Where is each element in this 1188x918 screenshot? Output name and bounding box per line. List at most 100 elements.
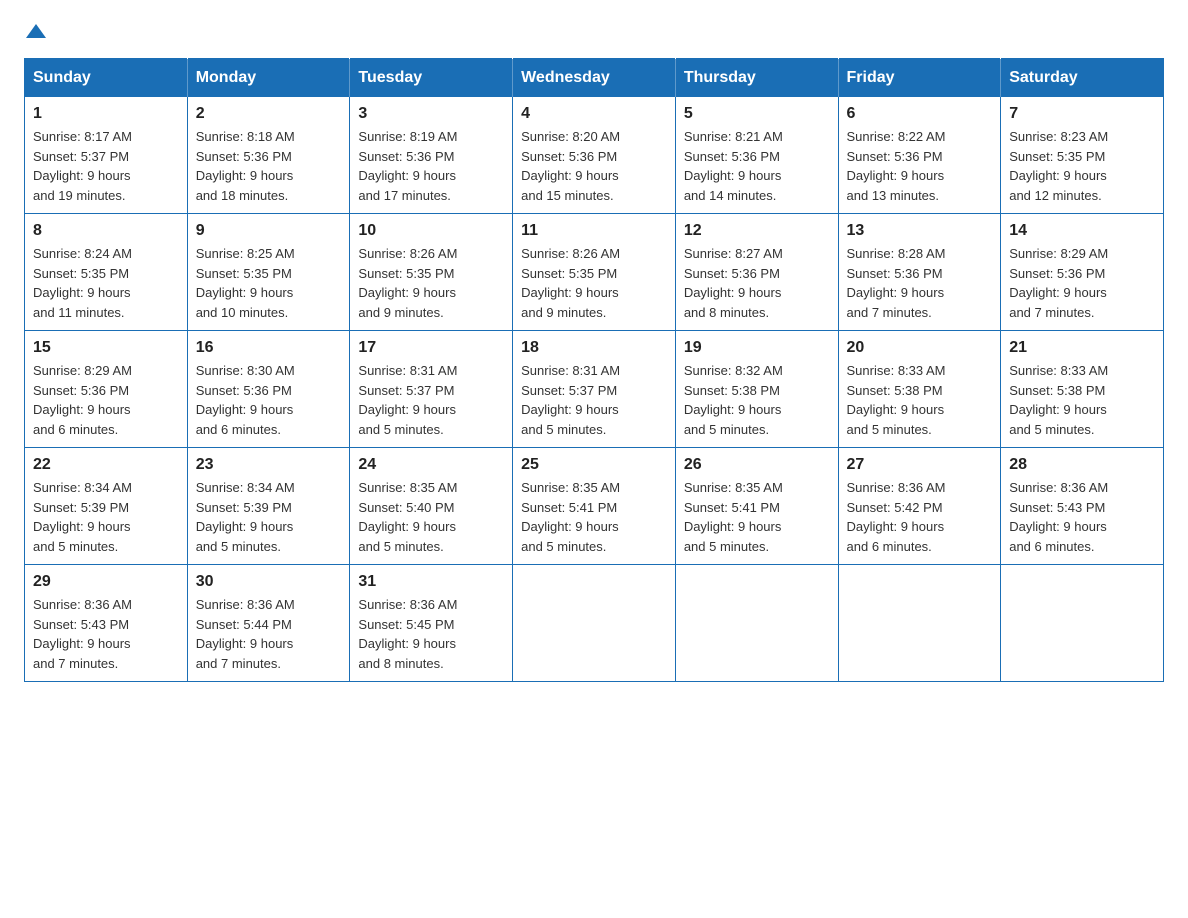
- calendar-cell: 21 Sunrise: 8:33 AMSunset: 5:38 PMDayligh…: [1001, 331, 1164, 448]
- header-tuesday: Tuesday: [350, 59, 513, 98]
- day-number: 6: [847, 105, 993, 123]
- calendar-cell: 9Sunrise: 8:25 AMSunset: 5:35 PMDaylight…: [187, 214, 350, 331]
- day-info: Sunrise: 8:33 AMSunset: 5:38 PMDaylight:…: [1009, 361, 1155, 439]
- calendar-cell: 19Sunrise: 8:32 AMSunset: 5:38 PMDayligh…: [675, 331, 838, 448]
- day-number: 20: [847, 339, 993, 357]
- calendar-header-row: SundayMondayTuesdayWednesdayThursdayFrid…: [25, 59, 1164, 98]
- day-number: 11: [521, 222, 667, 240]
- calendar-cell: 17Sunrise: 8:31 AMSunset: 5:37 PMDayligh…: [350, 331, 513, 448]
- page-header: [24, 24, 1164, 38]
- calendar-cell: 16 Sunrise: 8:30 AMSunset: 5:36 PMDayligh…: [187, 331, 350, 448]
- calendar-week-row: 22 Sunrise: 8:34 AMSunset: 5:39 PMDayligh…: [25, 448, 1164, 565]
- day-info: Sunrise: 8:36 AMSunset: 5:42 PMDaylight:…: [847, 478, 993, 556]
- day-info: Sunrise: 8:21 AMSunset: 5:36 PMDaylight:…: [684, 127, 830, 205]
- day-info: Sunrise: 8:26 AMSunset: 5:35 PMDaylight:…: [358, 244, 504, 322]
- header-wednesday: Wednesday: [513, 59, 676, 98]
- calendar-cell: [838, 565, 1001, 682]
- day-number: 5: [684, 105, 830, 123]
- day-number: 10: [358, 222, 504, 240]
- day-number: 14: [1009, 222, 1155, 240]
- day-info: Sunrise: 8:31 AMSunset: 5:37 PMDaylight:…: [358, 361, 504, 439]
- calendar-cell: 13 Sunrise: 8:28 AMSunset: 5:36 PMDayligh…: [838, 214, 1001, 331]
- day-number: 9: [196, 222, 342, 240]
- day-number: 4: [521, 105, 667, 123]
- day-info: Sunrise: 8:27 AMSunset: 5:36 PMDaylight:…: [684, 244, 830, 322]
- day-info: Sunrise: 8:35 AMSunset: 5:40 PMDaylight:…: [358, 478, 504, 556]
- calendar-cell: 12 Sunrise: 8:27 AMSunset: 5:36 PMDayligh…: [675, 214, 838, 331]
- day-info: Sunrise: 8:18 AMSunset: 5:36 PMDaylight:…: [196, 127, 342, 205]
- calendar-cell: 20 Sunrise: 8:33 AMSunset: 5:38 PMDayligh…: [838, 331, 1001, 448]
- day-number: 18: [521, 339, 667, 357]
- day-info: Sunrise: 8:33 AMSunset: 5:38 PMDaylight:…: [847, 361, 993, 439]
- day-number: 2: [196, 105, 342, 123]
- day-info: Sunrise: 8:36 AMSunset: 5:44 PMDaylight:…: [196, 595, 342, 673]
- calendar-cell: 1Sunrise: 8:17 AMSunset: 5:37 PMDaylight…: [25, 97, 188, 214]
- calendar-cell: 24 Sunrise: 8:35 AMSunset: 5:40 PMDayligh…: [350, 448, 513, 565]
- calendar-cell: 4 Sunrise: 8:20 AMSunset: 5:36 PMDaylight…: [513, 97, 676, 214]
- day-info: Sunrise: 8:29 AMSunset: 5:36 PMDaylight:…: [33, 361, 179, 439]
- day-info: Sunrise: 8:35 AMSunset: 5:41 PMDaylight:…: [684, 478, 830, 556]
- day-number: 3: [358, 105, 504, 123]
- logo-triangle-icon: [26, 24, 46, 38]
- calendar-week-row: 8 Sunrise: 8:24 AMSunset: 5:35 PMDaylight…: [25, 214, 1164, 331]
- day-number: 23: [196, 456, 342, 474]
- calendar-week-row: 29 Sunrise: 8:36 AMSunset: 5:43 PMDayligh…: [25, 565, 1164, 682]
- calendar-week-row: 1Sunrise: 8:17 AMSunset: 5:37 PMDaylight…: [25, 97, 1164, 214]
- calendar-cell: 6 Sunrise: 8:22 AMSunset: 5:36 PMDaylight…: [838, 97, 1001, 214]
- calendar-cell: 22Sunrise: 8:34 AMSunset: 5:39 PMDayligh…: [25, 448, 188, 565]
- day-number: 8: [33, 222, 179, 240]
- day-number: 12: [684, 222, 830, 240]
- day-info: Sunrise: 8:36 AMSunset: 5:43 PMDaylight:…: [33, 595, 179, 673]
- day-number: 31: [358, 573, 504, 591]
- day-number: 29: [33, 573, 179, 591]
- day-number: 25: [521, 456, 667, 474]
- day-number: 13: [847, 222, 993, 240]
- header-thursday: Thursday: [675, 59, 838, 98]
- day-number: 24: [358, 456, 504, 474]
- header-friday: Friday: [838, 59, 1001, 98]
- calendar-cell: 30 Sunrise: 8:36 AMSunset: 5:44 PMDayligh…: [187, 565, 350, 682]
- calendar-cell: 23 Sunrise: 8:34 AMSunset: 5:39 PMDayligh…: [187, 448, 350, 565]
- calendar-table: SundayMondayTuesdayWednesdayThursdayFrid…: [24, 58, 1164, 682]
- day-info: Sunrise: 8:32 AMSunset: 5:38 PMDaylight:…: [684, 361, 830, 439]
- day-info: Sunrise: 8:35 AMSunset: 5:41 PMDaylight:…: [521, 478, 667, 556]
- day-info: Sunrise: 8:29 AMSunset: 5:36 PMDaylight:…: [1009, 244, 1155, 322]
- day-number: 30: [196, 573, 342, 591]
- calendar-cell: [675, 565, 838, 682]
- calendar-cell: 27 Sunrise: 8:36 AMSunset: 5:42 PMDayligh…: [838, 448, 1001, 565]
- calendar-cell: 10 Sunrise: 8:26 AMSunset: 5:35 PMDayligh…: [350, 214, 513, 331]
- calendar-cell: 11 Sunrise: 8:26 AMSunset: 5:35 PMDayligh…: [513, 214, 676, 331]
- calendar-cell: 7 Sunrise: 8:23 AMSunset: 5:35 PMDaylight…: [1001, 97, 1164, 214]
- calendar-cell: 29 Sunrise: 8:36 AMSunset: 5:43 PMDayligh…: [25, 565, 188, 682]
- calendar-cell: 31 Sunrise: 8:36 AMSunset: 5:45 PMDayligh…: [350, 565, 513, 682]
- calendar-cell: 8 Sunrise: 8:24 AMSunset: 5:35 PMDaylight…: [25, 214, 188, 331]
- calendar-cell: [513, 565, 676, 682]
- calendar-cell: [1001, 565, 1164, 682]
- day-info: Sunrise: 8:30 AMSunset: 5:36 PMDaylight:…: [196, 361, 342, 439]
- day-number: 7: [1009, 105, 1155, 123]
- calendar-cell: 28 Sunrise: 8:36 AMSunset: 5:43 PMDayligh…: [1001, 448, 1164, 565]
- day-info: Sunrise: 8:23 AMSunset: 5:35 PMDaylight:…: [1009, 127, 1155, 205]
- day-number: 22: [33, 456, 179, 474]
- day-number: 16: [196, 339, 342, 357]
- calendar-cell: 18Sunrise: 8:31 AMSunset: 5:37 PMDayligh…: [513, 331, 676, 448]
- day-info: Sunrise: 8:34 AMSunset: 5:39 PMDaylight:…: [196, 478, 342, 556]
- day-info: Sunrise: 8:17 AMSunset: 5:37 PMDaylight:…: [33, 127, 179, 205]
- day-info: Sunrise: 8:20 AMSunset: 5:36 PMDaylight:…: [521, 127, 667, 205]
- header-monday: Monday: [187, 59, 350, 98]
- header-sunday: Sunday: [25, 59, 188, 98]
- day-info: Sunrise: 8:26 AMSunset: 5:35 PMDaylight:…: [521, 244, 667, 322]
- day-info: Sunrise: 8:36 AMSunset: 5:45 PMDaylight:…: [358, 595, 504, 673]
- day-number: 28: [1009, 456, 1155, 474]
- day-info: Sunrise: 8:36 AMSunset: 5:43 PMDaylight:…: [1009, 478, 1155, 556]
- day-info: Sunrise: 8:24 AMSunset: 5:35 PMDaylight:…: [33, 244, 179, 322]
- day-info: Sunrise: 8:19 AMSunset: 5:36 PMDaylight:…: [358, 127, 504, 205]
- header-saturday: Saturday: [1001, 59, 1164, 98]
- day-number: 21: [1009, 339, 1155, 357]
- day-number: 27: [847, 456, 993, 474]
- day-info: Sunrise: 8:22 AMSunset: 5:36 PMDaylight:…: [847, 127, 993, 205]
- calendar-cell: 14 Sunrise: 8:29 AMSunset: 5:36 PMDayligh…: [1001, 214, 1164, 331]
- day-number: 15: [33, 339, 179, 357]
- calendar-cell: 2 Sunrise: 8:18 AMSunset: 5:36 PMDaylight…: [187, 97, 350, 214]
- day-info: Sunrise: 8:28 AMSunset: 5:36 PMDaylight:…: [847, 244, 993, 322]
